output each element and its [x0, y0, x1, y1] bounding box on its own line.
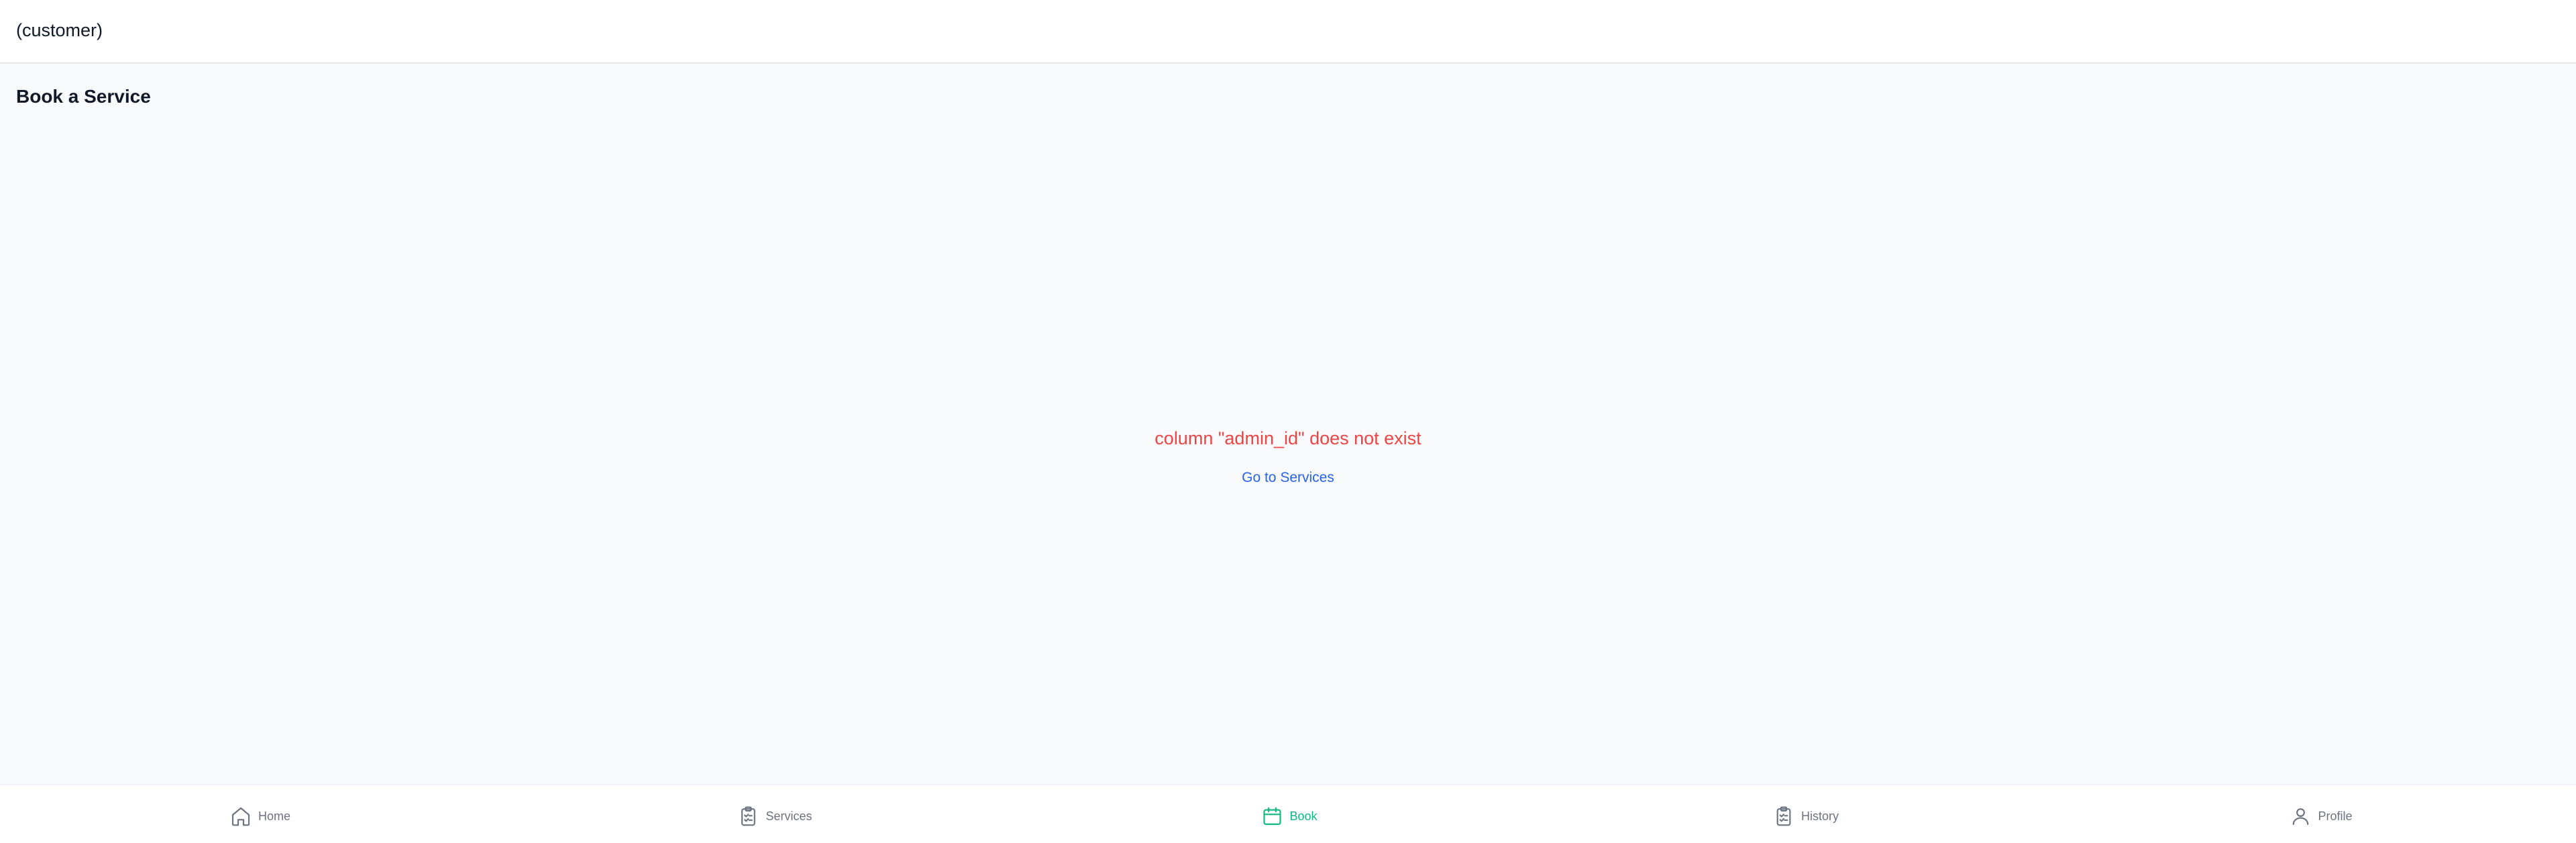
nav-item-label: Home: [258, 809, 291, 823]
go-to-services-label[interactable]: Go to Services: [1242, 470, 1334, 485]
nav-item-label: Services: [765, 809, 812, 823]
page-title: Book a Service: [16, 86, 151, 107]
nav-item-label: History: [1801, 809, 1839, 823]
clipboard-icon: [1776, 806, 1791, 826]
app: (customer) Book a Service column "admin_…: [0, 0, 2576, 843]
nav-item-profile[interactable]: Profile: [2290, 805, 2353, 827]
nav-item-book[interactable]: Book: [1261, 805, 1318, 827]
bottom-nav: Home Services Book History Profile: [0, 784, 2576, 843]
nav-item-label: Profile: [2318, 809, 2353, 823]
clipboard-icon: [741, 806, 755, 826]
nav-item-label: Book: [1289, 809, 1318, 823]
calendar-icon: [1263, 807, 1281, 826]
error-message: column "admin_id" does not exist: [1155, 428, 1421, 448]
home-icon: [231, 807, 250, 826]
nav-item-services[interactable]: Services: [737, 805, 812, 827]
user-icon: [2292, 808, 2309, 826]
role-label: (customer): [16, 20, 103, 40]
go-to-services-link[interactable]: Go to Services: [0, 470, 2576, 486]
top-bar: (customer): [0, 0, 2576, 64]
nav-item-history[interactable]: History: [1773, 805, 1839, 827]
nav-item-home[interactable]: Home: [230, 805, 290, 827]
